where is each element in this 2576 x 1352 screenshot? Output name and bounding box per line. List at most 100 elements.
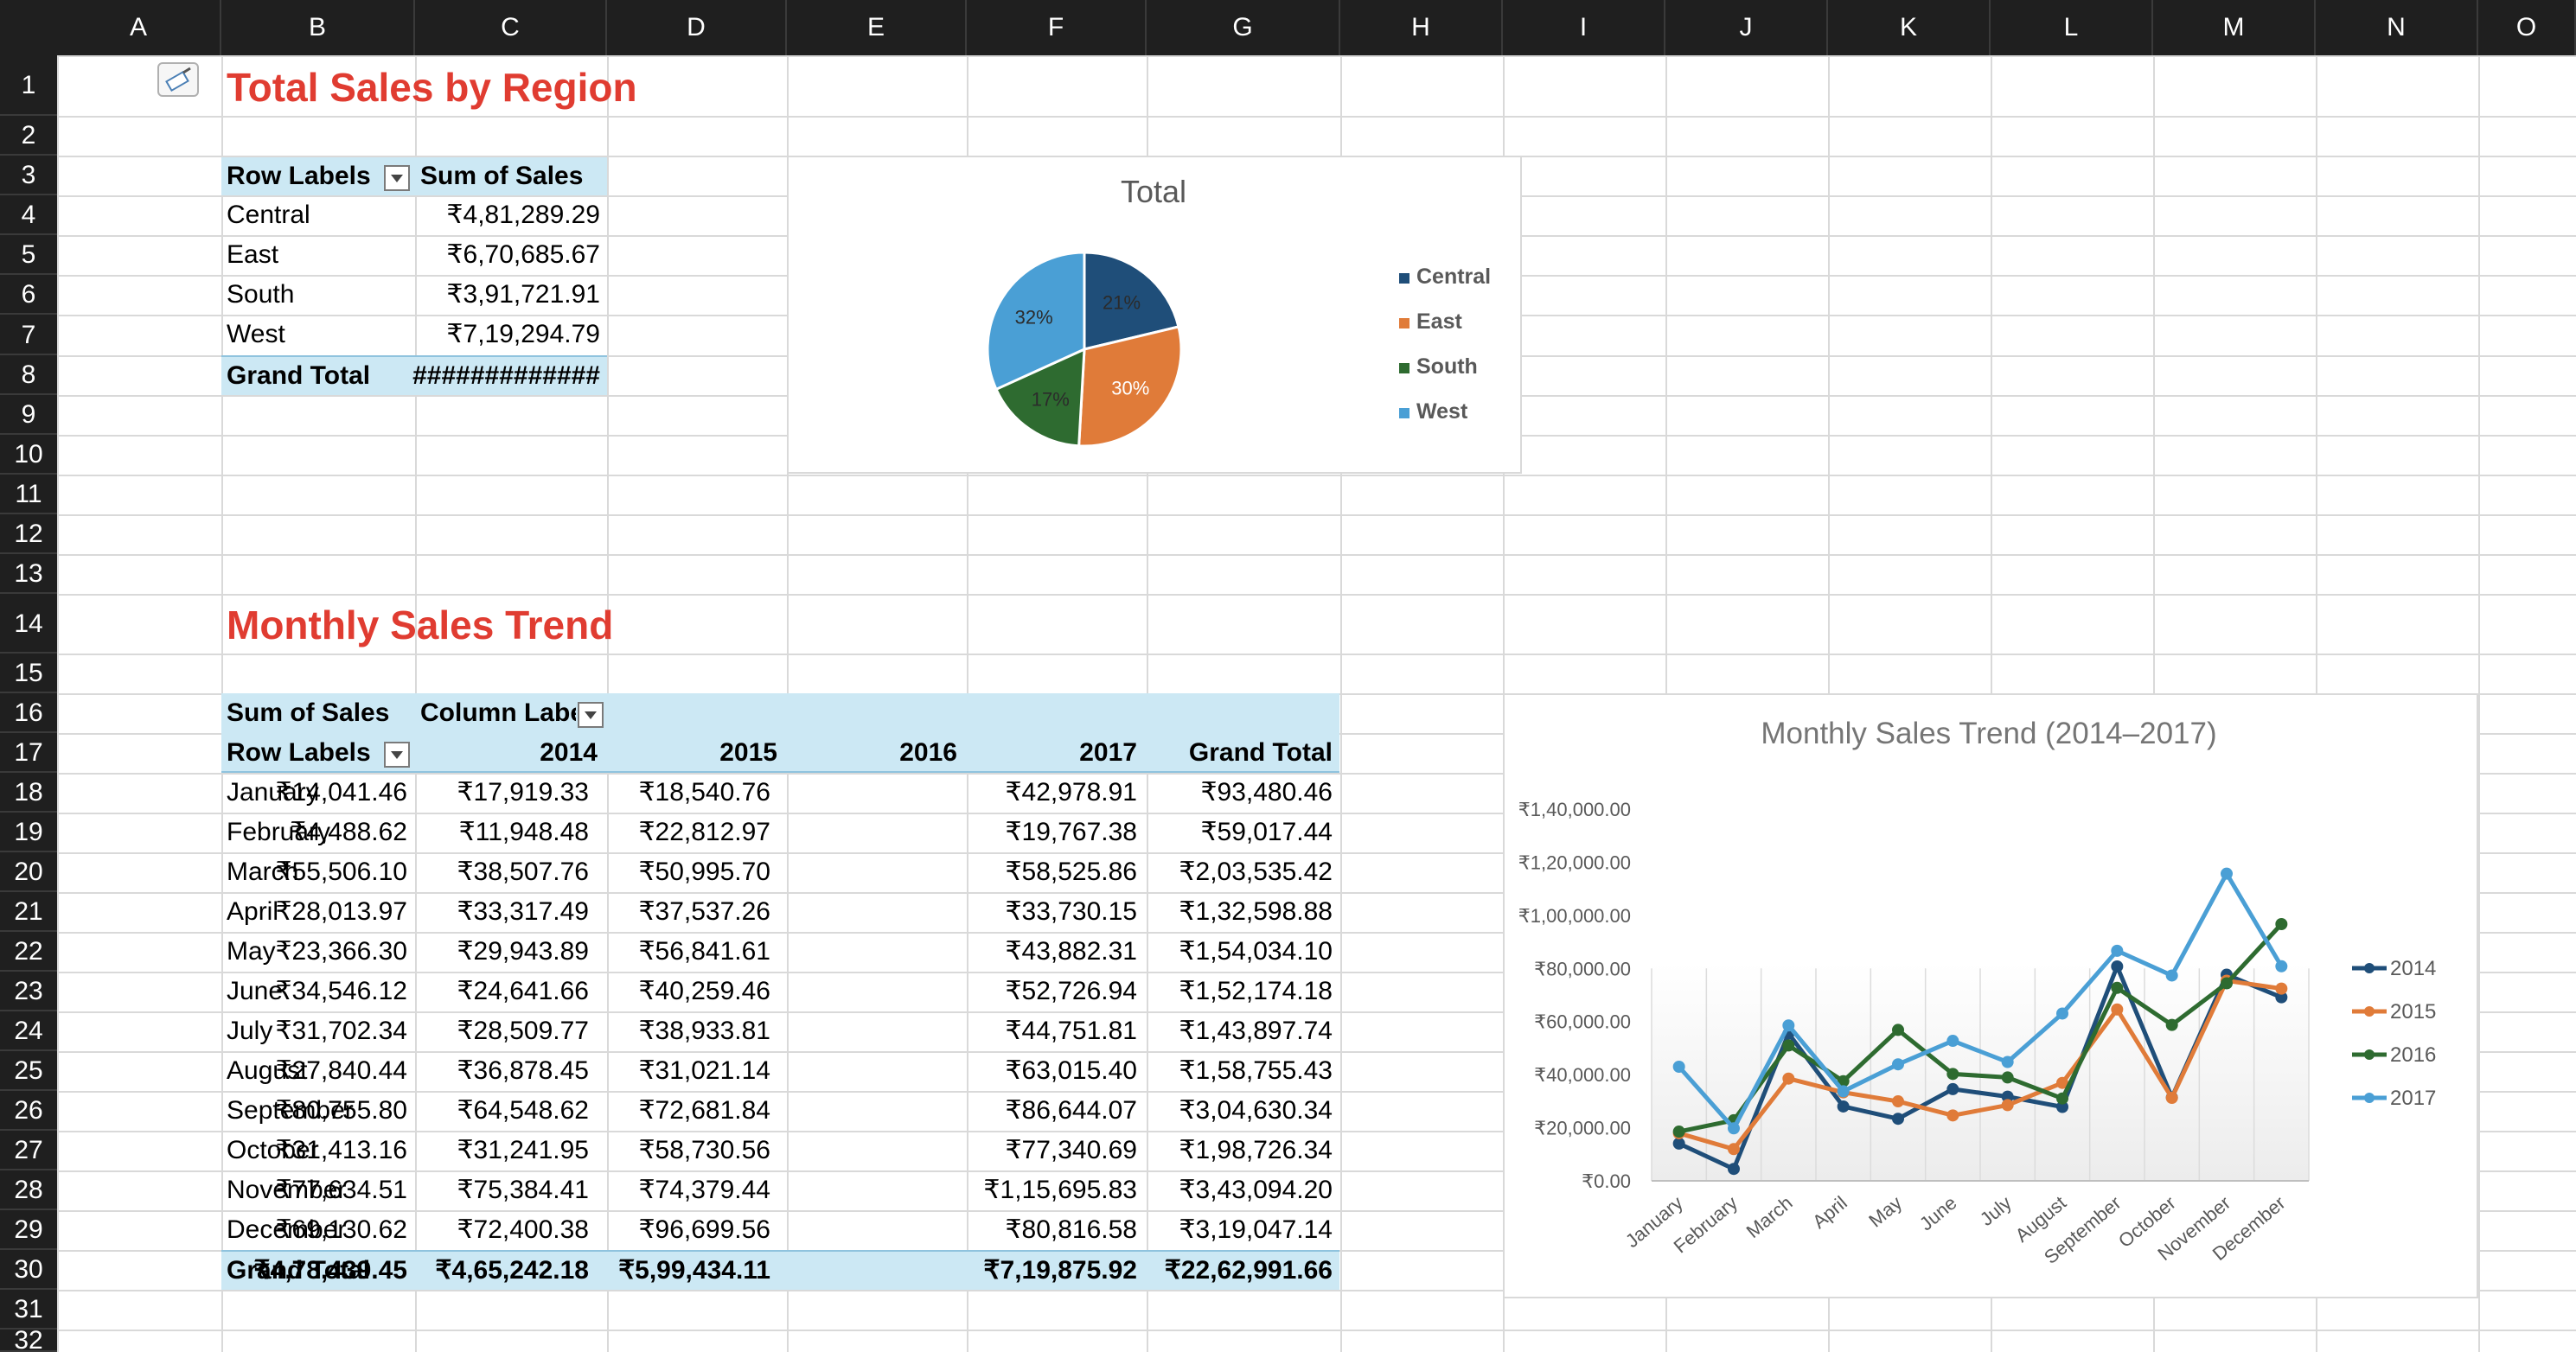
row-header-9[interactable]: 9 [0,395,57,435]
month-value-y2017: ₹52,726.94 [1005,977,1137,1005]
column-header-i[interactable]: I [1503,0,1665,55]
column-header-b[interactable]: B [221,0,415,55]
column-header-n[interactable]: N [2316,0,2478,55]
row-header-31[interactable]: 31 [0,1290,57,1330]
row-header-19[interactable]: 19 [0,813,57,852]
pie-chart[interactable]: Total 21% 30% 17% 32% Central East South West [787,156,1522,474]
line-legend-label: 2015 [2390,1000,2436,1024]
year-2017-header: 2017 [1079,738,1137,767]
row-header-27[interactable]: 27 [0,1131,57,1170]
row-header-2[interactable]: 2 [0,116,57,156]
format-painter-icon[interactable] [157,62,199,97]
data-point-2014[interactable] [1837,1100,1850,1113]
month-value-y2016: ₹38,933.81 [638,1017,770,1045]
row-header-30[interactable]: 30 [0,1250,57,1290]
row-header-1[interactable]: 1 [0,55,57,116]
data-point-2017[interactable] [1782,1019,1795,1032]
month-value-y2017: ₹42,978.91 [1005,778,1137,807]
column-header-d[interactable]: D [607,0,787,55]
data-point-2016[interactable] [2001,1071,2014,1084]
data-point-2014[interactable] [1946,1082,1959,1095]
column-labels-filter-button[interactable] [578,702,604,728]
data-point-2016[interactable] [1946,1068,1959,1081]
select-all-corner[interactable] [0,0,57,55]
data-point-2017[interactable] [2165,969,2178,982]
row-header-25[interactable]: 25 [0,1051,57,1091]
data-point-2015[interactable] [2275,982,2288,995]
data-point-2016[interactable] [2275,917,2288,930]
grand-total-label: Grand Total [227,361,371,390]
data-point-2014[interactable] [2111,960,2124,973]
data-point-2016[interactable] [1892,1024,1904,1036]
data-point-2014[interactable] [1892,1113,1904,1126]
row-header-23[interactable]: 23 [0,972,57,1011]
data-point-2015[interactable] [1728,1143,1740,1156]
data-point-2016[interactable] [1782,1039,1795,1052]
data-point-2017[interactable] [1892,1058,1904,1071]
row-header-24[interactable]: 24 [0,1011,57,1051]
row-header-32[interactable]: 32 [0,1328,57,1352]
row-header-15[interactable]: 15 [0,654,57,693]
column-header-c[interactable]: C [415,0,607,55]
data-point-2016[interactable] [2221,977,2233,990]
row-header-7[interactable]: 7 [0,315,57,355]
row-header-11[interactable]: 11 [0,475,57,514]
data-point-2017[interactable] [1672,1060,1685,1073]
column-header-j[interactable]: J [1665,0,1828,55]
data-point-2015[interactable] [2001,1099,2014,1112]
data-point-2017[interactable] [2111,944,2124,957]
row-header-3[interactable]: 3 [0,156,57,195]
row-header-21[interactable]: 21 [0,892,57,932]
row-header-18[interactable]: 18 [0,773,57,813]
row-header-6[interactable]: 6 [0,275,57,315]
data-point-2017[interactable] [1728,1122,1740,1135]
column-header-h[interactable]: H [1340,0,1503,55]
row-header-17[interactable]: 17 [0,733,57,773]
row-header-28[interactable]: 28 [0,1170,57,1210]
data-point-2014[interactable] [1728,1163,1740,1176]
column-header-e[interactable]: E [787,0,967,55]
data-point-2016[interactable] [2111,981,2124,994]
row-header-22[interactable]: 22 [0,932,57,972]
row-header-4[interactable]: 4 [0,195,57,235]
data-point-2017[interactable] [2221,867,2233,880]
row-header-8[interactable]: 8 [0,355,57,395]
data-point-2015[interactable] [2165,1092,2178,1105]
row-header-10[interactable]: 10 [0,435,57,475]
row-header-5[interactable]: 5 [0,235,57,275]
data-point-2015[interactable] [2111,1003,2124,1016]
data-point-2017[interactable] [2056,1007,2068,1020]
data-point-2017[interactable] [1946,1035,1959,1048]
row-header-12[interactable]: 12 [0,514,57,554]
data-point-2017[interactable] [1837,1085,1850,1098]
data-point-2017[interactable] [2275,960,2288,973]
row-header-26[interactable]: 26 [0,1091,57,1131]
column-header-a[interactable]: A [57,0,221,55]
column-header-o[interactable]: O [2478,0,2576,55]
row-header-20[interactable]: 20 [0,852,57,892]
month-value-total: ₹1,98,726.34 [1179,1136,1333,1164]
data-point-2015[interactable] [1946,1109,1959,1122]
column-header-f[interactable]: F [967,0,1147,55]
row-header-13[interactable]: 13 [0,554,57,594]
data-point-2016[interactable] [1672,1126,1685,1138]
column-header-k[interactable]: K [1828,0,1991,55]
column-header-m[interactable]: M [2153,0,2316,55]
row-header-16[interactable]: 16 [0,693,57,733]
data-point-2017[interactable] [2001,1055,2014,1068]
line-chart[interactable]: Monthly Sales Trend (2014–2017) ₹0.00 ₹20,… [1503,693,2478,1298]
data-point-2016[interactable] [2165,1018,2178,1031]
month-value-total: ₹1,32,598.88 [1179,897,1333,926]
month-row-labels-filter-button[interactable] [384,742,410,768]
data-point-2016[interactable] [2056,1092,2068,1105]
column-header-g[interactable]: G [1147,0,1340,55]
data-point-2015[interactable] [1782,1072,1795,1085]
data-point-2014[interactable] [1672,1137,1685,1150]
month-value-y2015: ₹29,943.89 [457,937,589,966]
row-header-29[interactable]: 29 [0,1210,57,1250]
month-value-y2014: ₹77,634.51 [275,1176,407,1204]
column-header-l[interactable]: L [1991,0,2153,55]
row-labels-filter-button[interactable] [384,165,410,191]
data-point-2015[interactable] [1892,1095,1904,1108]
row-header-14[interactable]: 14 [0,594,57,654]
